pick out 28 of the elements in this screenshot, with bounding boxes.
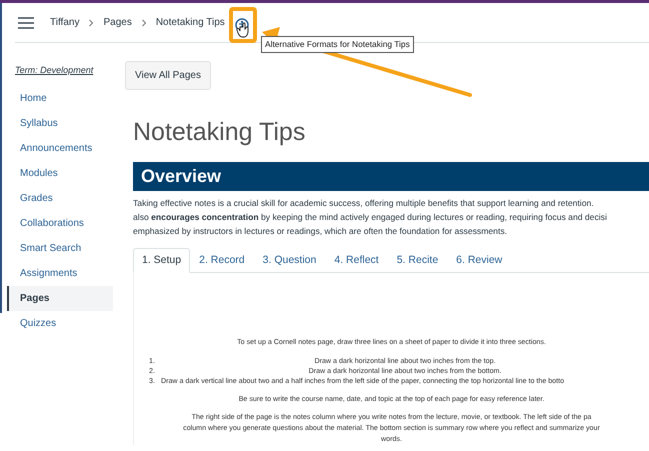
tab[interactable]: 2. Record xyxy=(190,248,254,274)
tab[interactable]: 6. Review xyxy=(447,248,512,274)
sidebar-item[interactable]: Modules xyxy=(0,160,113,186)
breadcrumb-link[interactable]: Pages xyxy=(103,15,132,30)
sidebar-item[interactable]: Smart Search xyxy=(0,236,113,260)
sidebar-item[interactable]: Grades xyxy=(0,186,113,210)
sidebar-item[interactable]: Assignments xyxy=(0,260,113,286)
page-title: Notetaking Tips xyxy=(133,117,306,148)
sidebar-item[interactable]: Pages xyxy=(7,286,113,310)
chevron-icon xyxy=(87,18,96,26)
breadcrumb-link[interactable]: Tiffany xyxy=(50,15,80,30)
term-label: Term: Development xyxy=(15,64,94,77)
sidebar-item[interactable]: Home xyxy=(0,86,113,110)
view-all-pages-button[interactable]: View All Pages xyxy=(125,61,211,90)
sidebar-item[interactable]: Quizzes xyxy=(0,310,113,336)
sidebar-item[interactable]: Collaborations xyxy=(0,210,113,236)
tab[interactable]: 4. Reflect xyxy=(325,248,388,274)
section-heading: Overview xyxy=(133,162,649,190)
tab[interactable]: 3. Question xyxy=(254,248,326,274)
overview-paragraph: Taking effective notes is a crucial skill for academic success, offering multiple benefits that support learning and retention. also encourages concentration by keeping the mind actively engaged during lectures or reading, requiring focus and decisi emphasized by instructors in lectures or readings, which are often the foundation for assessments. xyxy=(133,196,608,238)
sidebar-item[interactable]: Announcements xyxy=(0,136,113,160)
chevron-icon xyxy=(140,18,148,26)
sidebar-item[interactable]: Syllabus xyxy=(0,110,113,136)
tooltip: Alternative Formats for Notetaking Tips xyxy=(261,36,414,53)
tab[interactable]: 1. Setup xyxy=(133,248,190,274)
menu-icon[interactable] xyxy=(18,16,34,28)
breadcrumb-link[interactable]: Notetaking Tips xyxy=(156,15,225,30)
tab[interactable]: 5. Recite xyxy=(388,248,448,274)
